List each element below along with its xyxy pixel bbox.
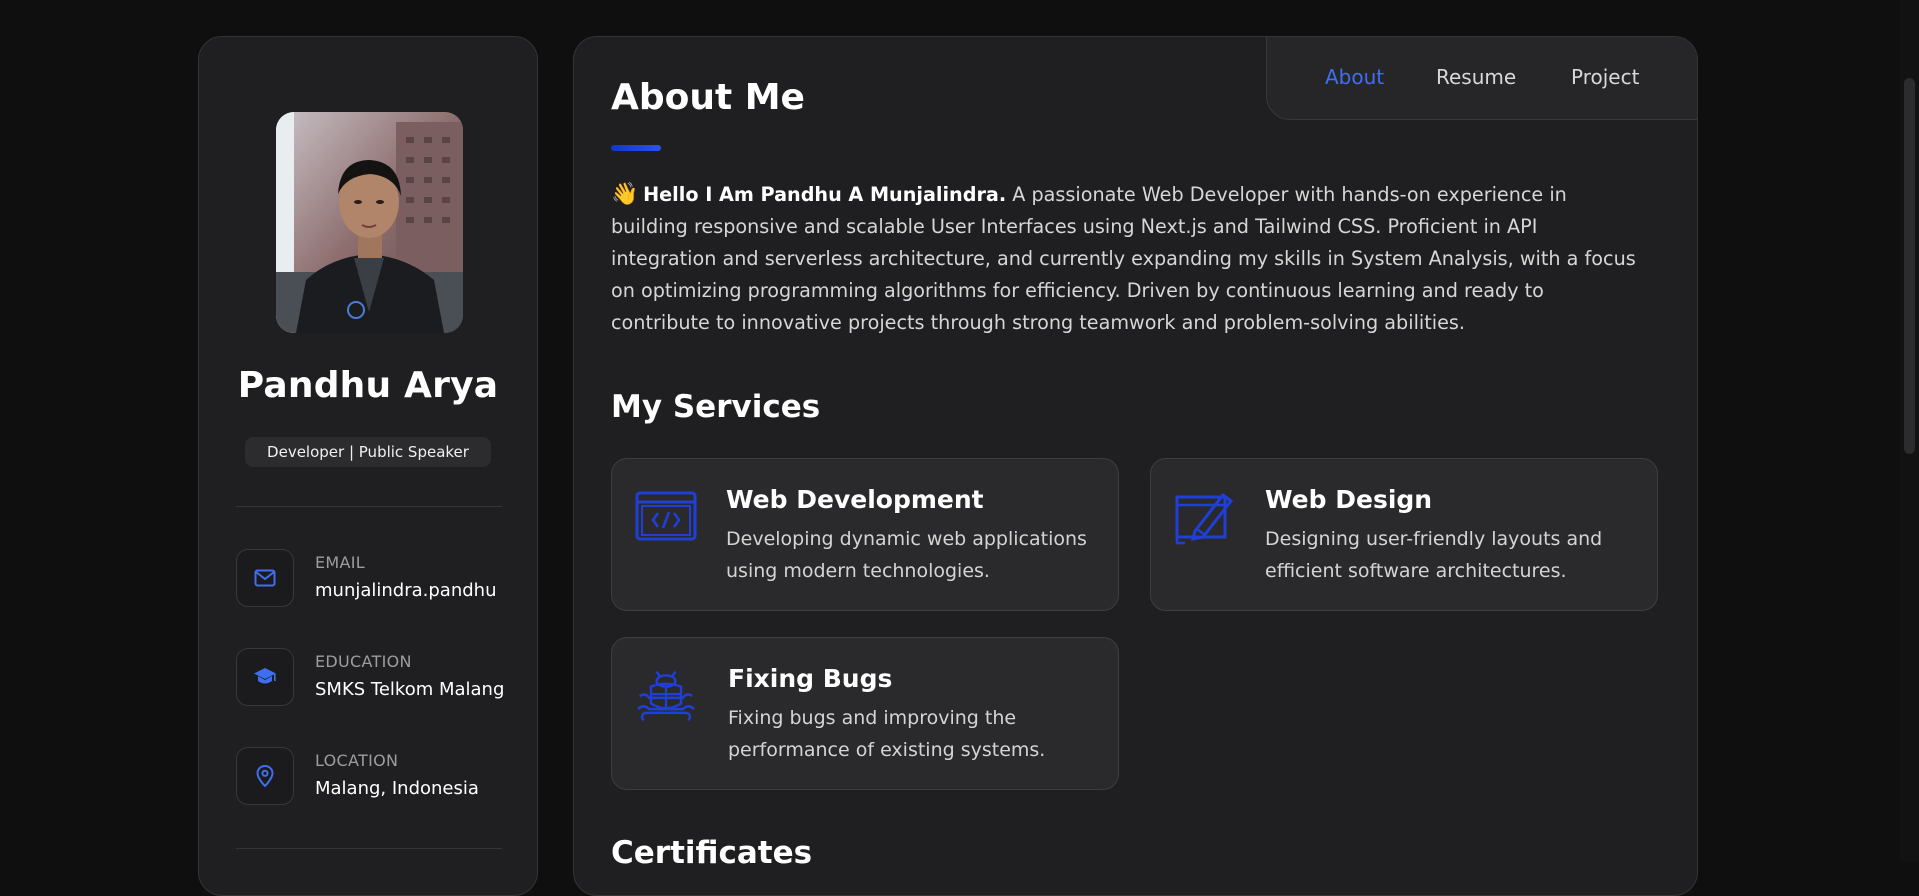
- service-card-web-design[interactable]: Web Design Designing user-friendly layou…: [1150, 458, 1658, 611]
- email-value[interactable]: munjalindra.pandhu: [315, 580, 496, 601]
- contact-label: EMAIL: [315, 553, 365, 572]
- nav-project[interactable]: Project: [1571, 65, 1639, 89]
- contact-education: EDUCATION SMKS Telkom Malang: [236, 648, 526, 708]
- map-pin-icon: [236, 747, 294, 805]
- page-scrollbar[interactable]: [1900, 0, 1919, 862]
- contact-label: EDUCATION: [315, 652, 412, 671]
- services-title: My Services: [611, 389, 821, 425]
- about-title: About Me: [611, 77, 805, 118]
- scrollbar-thumb[interactable]: [1904, 78, 1915, 454]
- service-title: Web Development: [726, 485, 984, 514]
- design-pen-icon: [1175, 492, 1234, 545]
- avatar-photo: [276, 112, 463, 333]
- code-window-icon: [635, 491, 697, 541]
- graduation-cap-icon: [236, 648, 294, 706]
- service-title: Fixing Bugs: [728, 664, 893, 693]
- title-underline: [611, 145, 661, 151]
- service-desc: Developing dynamic web applications usin…: [726, 528, 1087, 582]
- service-desc: Fixing bugs and improving the performanc…: [728, 707, 1046, 761]
- service-desc: Designing user-friendly layouts and effi…: [1265, 528, 1603, 582]
- main-panel: About Resume Project About Me 👋 Hello I …: [573, 36, 1698, 896]
- bug-wrench-icon: [637, 670, 695, 722]
- certificates-title: Certificates: [611, 835, 813, 871]
- contact-email: EMAIL munjalindra.pandhu: [236, 549, 526, 609]
- sidebar-divider: [236, 506, 502, 507]
- location-value: Malang, Indonesia: [315, 778, 479, 799]
- service-card-fixing-bugs[interactable]: Fixing Bugs Fixing bugs and improving th…: [611, 637, 1119, 790]
- contact-location: LOCATION Malang, Indonesia: [236, 747, 526, 807]
- service-title: Web Design: [1265, 485, 1433, 514]
- about-paragraph: 👋 Hello I Am Pandhu A Munjalindra. A pas…: [611, 179, 1641, 339]
- nav-about[interactable]: About: [1325, 65, 1384, 89]
- avatar: [276, 112, 463, 333]
- sidebar-divider: [236, 848, 502, 849]
- profile-sidebar: Pandhu Arya Developer | Public Speaker E…: [198, 36, 538, 896]
- waving-hand-icon: 👋: [611, 182, 639, 207]
- nav-resume[interactable]: Resume: [1436, 65, 1516, 89]
- profile-name: Pandhu Arya: [237, 365, 499, 406]
- top-navbar: About Resume Project: [1266, 37, 1697, 120]
- contact-label: LOCATION: [315, 751, 399, 770]
- education-value: SMKS Telkom Malang: [315, 679, 505, 700]
- mail-icon: [236, 549, 294, 607]
- role-badge: Developer | Public Speaker: [245, 437, 491, 467]
- about-greeting: Hello I Am Pandhu A Munjalindra.: [643, 183, 1007, 206]
- service-card-web-development[interactable]: Web Development Developing dynamic web a…: [611, 458, 1119, 611]
